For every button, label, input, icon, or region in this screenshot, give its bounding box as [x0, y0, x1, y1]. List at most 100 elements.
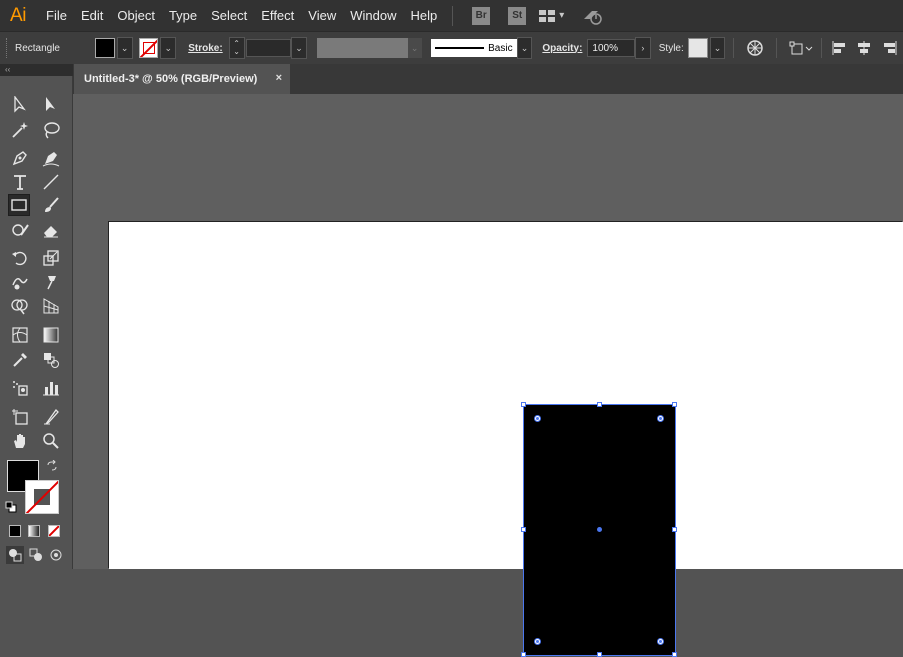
- eyedropper-tool[interactable]: [9, 349, 31, 371]
- brush-dropdown[interactable]: ⌄: [516, 37, 533, 59]
- blend-tool[interactable]: [40, 349, 62, 371]
- align-right-icon[interactable]: [880, 38, 900, 58]
- direct-selection-tool[interactable]: [40, 94, 62, 116]
- warp-tool[interactable]: [9, 271, 31, 293]
- stroke-swatch[interactable]: [138, 38, 159, 58]
- corner-widget-bottom-left[interactable]: [534, 638, 541, 645]
- artboard[interactable]: [109, 222, 903, 657]
- align-to-icon[interactable]: [788, 38, 814, 58]
- handle-middle-left[interactable]: [521, 527, 526, 532]
- swap-fill-stroke-icon[interactable]: [45, 459, 59, 473]
- menu-effect[interactable]: Effect: [254, 0, 301, 31]
- rectangle-tool[interactable]: [8, 194, 30, 216]
- recolor-artwork-icon[interactable]: [745, 38, 765, 58]
- align-left-icon[interactable]: [829, 38, 849, 58]
- gradient-tool[interactable]: [40, 324, 62, 346]
- graphic-style-swatch[interactable]: [687, 38, 708, 58]
- perspective-grid-tool[interactable]: [40, 295, 62, 317]
- center-point[interactable]: [597, 527, 602, 532]
- rotate-tool[interactable]: [9, 247, 31, 269]
- chevron-down-icon: ⌄: [120, 42, 129, 53]
- arrange-documents-button[interactable]: ▾: [539, 9, 564, 22]
- canvas-area[interactable]: [73, 94, 903, 657]
- document-tab[interactable]: Untitled-3* @ 50% (RGB/Preview) ×: [74, 64, 290, 94]
- none-mode-button[interactable]: [48, 525, 60, 537]
- bridge-button[interactable]: Br: [472, 6, 491, 25]
- mesh-tool[interactable]: [9, 324, 31, 346]
- handle-bottom-right[interactable]: [672, 652, 677, 657]
- opacity-input[interactable]: 100%: [587, 39, 635, 57]
- arrange-grid-icon: [539, 9, 556, 22]
- tool-name-label: Rectangle: [14, 42, 60, 54]
- puppet-warp-tool[interactable]: [40, 271, 62, 293]
- stroke-weight-input[interactable]: [245, 39, 292, 57]
- stroke-dropdown[interactable]: ⌄: [160, 37, 177, 59]
- draw-normal-icon[interactable]: [6, 546, 24, 564]
- toolbar-collapse-button[interactable]: ‹‹: [0, 64, 73, 76]
- draw-inside-icon[interactable]: [47, 546, 65, 564]
- eraser-tool[interactable]: [40, 219, 62, 241]
- color-mode-button[interactable]: [9, 525, 21, 537]
- type-tool[interactable]: [9, 171, 31, 193]
- gradient-mode-button[interactable]: [28, 525, 40, 537]
- menu-edit[interactable]: Edit: [74, 0, 110, 31]
- menu-help[interactable]: Help: [403, 0, 444, 31]
- selected-rectangle[interactable]: [521, 402, 677, 657]
- stroke-weight-dropdown[interactable]: ⌄: [291, 37, 307, 59]
- handle-bottom-left[interactable]: [521, 652, 526, 657]
- close-tab-icon[interactable]: ×: [276, 72, 282, 84]
- menu-select[interactable]: Select: [204, 0, 254, 31]
- menu-file[interactable]: File: [39, 0, 74, 31]
- handle-middle-right[interactable]: [672, 527, 677, 532]
- opacity-label[interactable]: Opacity:: [542, 43, 582, 54]
- shaper-tool[interactable]: [9, 219, 31, 241]
- stroke-color-box[interactable]: [25, 480, 59, 514]
- hand-tool[interactable]: [9, 430, 31, 452]
- gpu-performance-icon[interactable]: [582, 7, 604, 25]
- menu-divider: [452, 5, 454, 26]
- chevron-down-icon: ⌄: [713, 42, 722, 53]
- column-graph-tool[interactable]: [40, 377, 62, 399]
- handle-top-right[interactable]: [672, 402, 677, 407]
- symbol-sprayer-tool[interactable]: [9, 377, 31, 399]
- opacity-dropdown[interactable]: ›: [634, 37, 651, 59]
- line-segment-tool[interactable]: [40, 171, 62, 193]
- curvature-tool[interactable]: [40, 147, 62, 169]
- stroke-weight-stepper[interactable]: ⌃ ⌄: [228, 37, 245, 59]
- selection-tool[interactable]: [9, 94, 31, 116]
- paintbrush-tool[interactable]: [40, 194, 62, 216]
- lasso-tool[interactable]: [40, 119, 62, 141]
- fill-dropdown[interactable]: ⌄: [116, 37, 133, 59]
- menu-object[interactable]: Object: [110, 0, 162, 31]
- menu-window[interactable]: Window: [343, 0, 403, 31]
- artboard-tool[interactable]: [9, 406, 31, 428]
- variable-width-profile: [316, 38, 408, 58]
- magic-wand-tool[interactable]: [9, 119, 31, 141]
- shape-builder-tool[interactable]: [9, 295, 31, 317]
- graphic-style-dropdown[interactable]: ⌄: [709, 37, 726, 59]
- handle-top-left[interactable]: [521, 402, 526, 407]
- chevron-down-icon: ⌄: [520, 42, 529, 53]
- scale-tool[interactable]: [40, 247, 62, 269]
- zoom-tool[interactable]: [40, 430, 62, 452]
- handle-bottom-center[interactable]: [597, 652, 602, 657]
- pen-tool[interactable]: [9, 147, 31, 169]
- default-fill-stroke-icon[interactable]: [4, 500, 18, 514]
- corner-widget-top-right[interactable]: [657, 415, 664, 422]
- align-horizontal-center-icon[interactable]: [855, 38, 875, 58]
- draw-behind-icon[interactable]: [27, 546, 45, 564]
- app-logo: Ai: [10, 4, 26, 26]
- corner-widget-bottom-right[interactable]: [657, 638, 664, 645]
- stroke-label[interactable]: Stroke:: [188, 43, 222, 54]
- slice-tool[interactable]: [40, 406, 62, 428]
- document-tabs: Untitled-3* @ 50% (RGB/Preview) ×: [73, 64, 903, 94]
- fill-swatch[interactable]: [95, 38, 115, 58]
- chevron-down-icon: ⌄: [295, 42, 303, 53]
- panel-grip[interactable]: [6, 38, 9, 58]
- handle-top-center[interactable]: [597, 402, 602, 407]
- brush-definition[interactable]: Basic: [430, 39, 517, 57]
- menu-view[interactable]: View: [301, 0, 343, 31]
- stock-button[interactable]: St: [508, 6, 527, 25]
- corner-widget-top-left[interactable]: [534, 415, 541, 422]
- menu-type[interactable]: Type: [162, 0, 204, 31]
